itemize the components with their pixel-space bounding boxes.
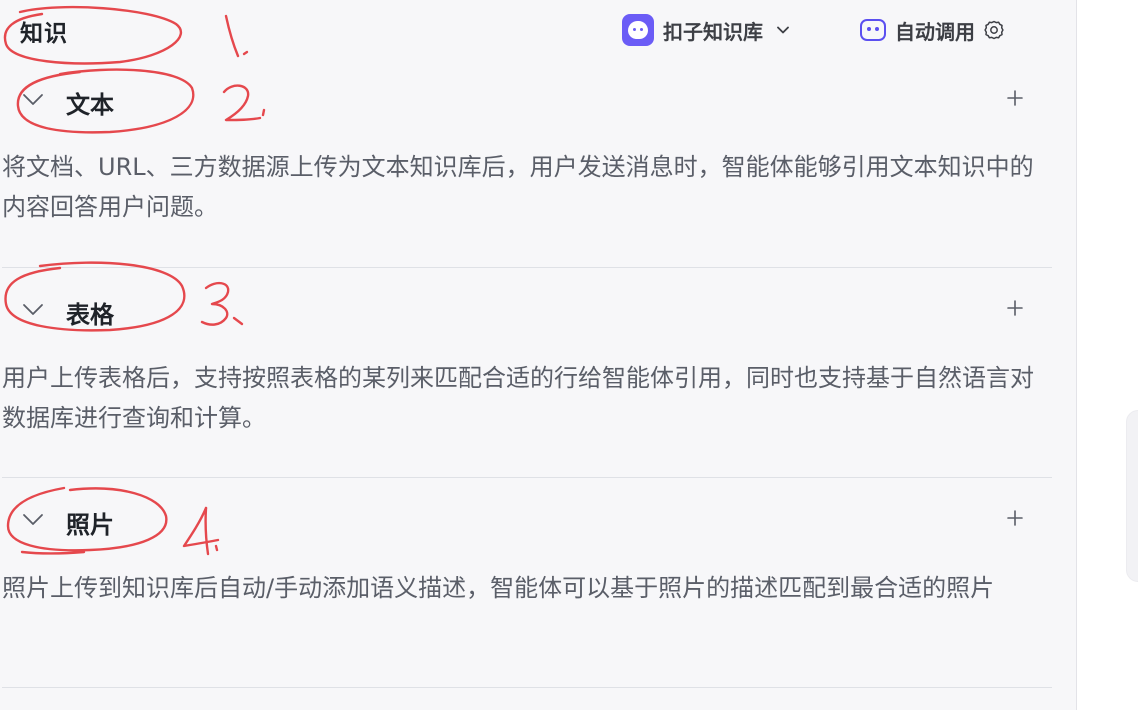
auto-call-label: 自动调用 — [895, 19, 975, 44]
coze-mascot-icon — [622, 14, 654, 46]
chevron-down-icon — [777, 26, 789, 34]
kb-section-description: 照片上传到知识库后自动/手动添加语义描述，智能体可以基于照片的描述匹配到最合适的… — [2, 574, 995, 602]
kb-section-table: 表格 — [0, 290, 1076, 330]
add-button[interactable] — [1002, 504, 1028, 532]
plus-icon — [1007, 510, 1023, 526]
chevron-down-icon[interactable] — [22, 303, 44, 317]
section-divider — [2, 267, 1052, 268]
kb-section-label: 文本 — [66, 91, 114, 119]
kb-section-header[interactable]: 文本 — [0, 80, 1076, 120]
main-panel: 知识 扣子知识库 自动调用 文本 将文档、URL、三方数据源上传为文本知识库后，… — [0, 0, 1076, 710]
gear-icon[interactable] — [983, 19, 1005, 41]
robot-icon — [860, 19, 886, 41]
chevron-down-icon[interactable] — [22, 513, 44, 527]
kb-section-label: 表格 — [66, 301, 114, 329]
section-divider — [2, 687, 1052, 688]
kb-section-description: 用户上传表格后，支持按照表格的某列来匹配合适的行给智能体引用，同时也支持基于自然… — [2, 364, 1034, 432]
kb-section-description: 将文档、URL、三方数据源上传为文本知识库后，用户发送消息时，智能体能够引用文本… — [2, 153, 1034, 221]
kb-section-header[interactable]: 表格 — [0, 290, 1076, 330]
plus-icon — [1007, 90, 1023, 106]
section-title: 知识 — [20, 21, 68, 47]
kb-section-header[interactable]: 照片 — [0, 500, 1076, 540]
auto-call-toggle[interactable]: 自动调用 — [860, 14, 1005, 46]
kb-section-label: 照片 — [66, 511, 114, 539]
section-divider — [2, 477, 1052, 478]
plus-icon — [1007, 300, 1023, 316]
add-button[interactable] — [1002, 84, 1028, 112]
add-button[interactable] — [1002, 294, 1028, 322]
right-side-panel — [1077, 0, 1138, 710]
kb-section-text: 文本 — [0, 80, 1076, 120]
kb-source-dropdown[interactable]: 扣子知识库 — [622, 14, 789, 46]
kb-section-photo: 照片 — [0, 500, 1076, 540]
chevron-down-icon[interactable] — [22, 93, 44, 107]
side-drawer-handle[interactable] — [1126, 410, 1138, 582]
kb-source-label: 扣子知识库 — [663, 19, 763, 44]
knowledge-settings-page: 知识 扣子知识库 自动调用 文本 将文档、URL、三方数据源上传为文本知识库后，… — [0, 0, 1138, 710]
